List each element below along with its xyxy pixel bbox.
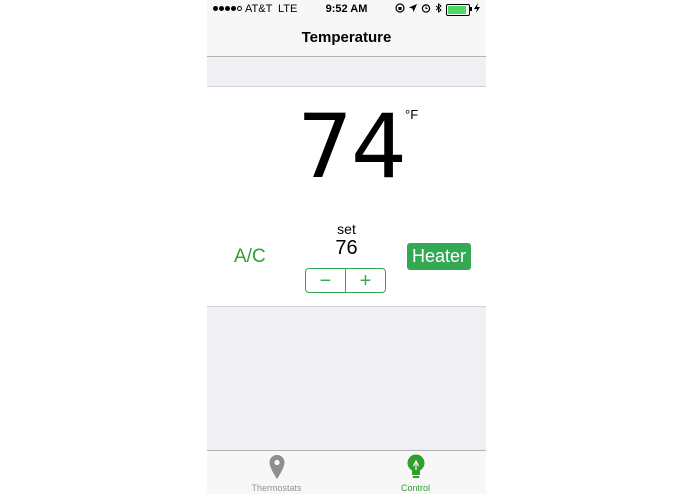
status-bar: AT&T LTE 9:52 AM bbox=[207, 0, 486, 20]
heater-mode-button[interactable]: Heater bbox=[407, 243, 471, 270]
setpoint-stepper[interactable]: − + bbox=[305, 268, 386, 293]
temperature-unit: °F bbox=[405, 107, 419, 122]
tab-control-label: Control bbox=[400, 483, 430, 493]
map-pin-icon bbox=[268, 454, 286, 485]
rotation-lock-icon bbox=[395, 3, 405, 16]
charging-bolt-icon bbox=[474, 3, 480, 16]
page-title: Temperature bbox=[301, 29, 392, 46]
header-spacer bbox=[207, 57, 486, 87]
thermostat-panel: 74 °F set 76 A/C Heater − + bbox=[207, 87, 486, 307]
ac-mode-button[interactable]: A/C bbox=[234, 246, 266, 268]
phone-screen: AT&T LTE 9:52 AM Temperature 74 °F set 7… bbox=[207, 0, 486, 494]
tab-thermostats-label: Thermostats bbox=[251, 483, 302, 493]
current-temperature: 74 bbox=[297, 95, 407, 198]
increase-setpoint-button[interactable]: + bbox=[346, 269, 385, 292]
setpoint-label: set bbox=[337, 221, 356, 237]
tab-control[interactable]: Control bbox=[346, 451, 485, 494]
lightbulb-icon bbox=[405, 454, 427, 485]
location-arrow-icon bbox=[409, 4, 417, 15]
bluetooth-icon bbox=[435, 2, 442, 16]
decrease-setpoint-button[interactable]: − bbox=[306, 269, 346, 292]
battery-icon bbox=[446, 3, 472, 16]
tab-bar: Thermostats Control bbox=[207, 450, 486, 494]
alarm-clock-icon bbox=[421, 3, 431, 16]
navigation-bar: Temperature bbox=[207, 20, 486, 57]
tab-thermostats[interactable]: Thermostats bbox=[207, 451, 346, 494]
